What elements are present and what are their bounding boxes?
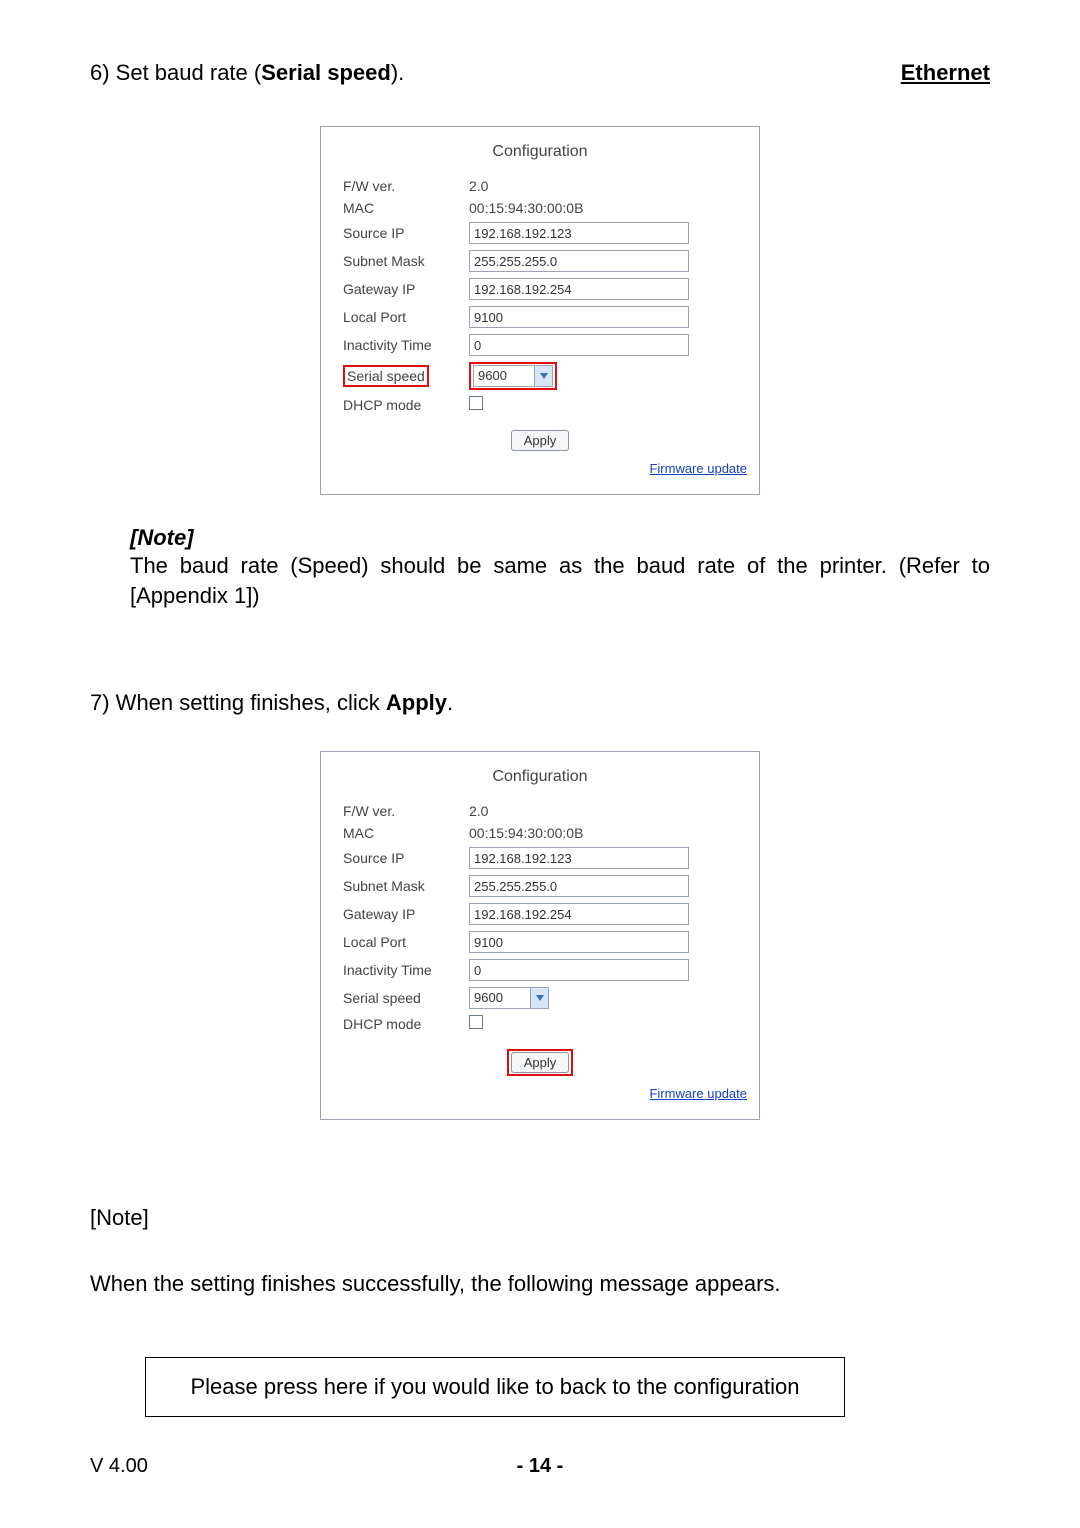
inactivity-label2: Inactivity Time <box>343 962 469 978</box>
dhcp-checkbox[interactable] <box>469 396 483 410</box>
message-box: Please press here if you would like to b… <box>145 1357 845 1417</box>
local-port-label: Local Port <box>343 309 469 325</box>
serial-speed-select[interactable]: 9600 <box>473 365 553 387</box>
mac-label: MAC <box>343 200 469 216</box>
subnet-label2: Subnet Mask <box>343 878 469 894</box>
source-ip-input2[interactable] <box>469 847 689 869</box>
apply-button2[interactable]: Apply <box>511 1052 570 1073</box>
inactivity-input[interactable] <box>469 334 689 356</box>
note2-body: When the setting finishes successfully, … <box>90 1271 990 1297</box>
step6-prefix: 6) Set baud rate ( <box>90 60 261 85</box>
note1-head: [Note] <box>130 525 990 551</box>
step6-line: 6) Set baud rate (Serial speed). <box>90 60 404 86</box>
chevron-down-icon <box>530 988 548 1008</box>
serial-speed-label-highlight: Serial speed <box>343 365 429 387</box>
mac-label2: MAC <box>343 825 469 841</box>
page-title: Ethernet <box>901 60 990 86</box>
version-label: V 4.00 <box>90 1455 148 1478</box>
serial-speed-value2: 9600 <box>470 988 530 1008</box>
firmware-update-link2[interactable]: Firmware update <box>333 1086 747 1101</box>
gateway-label2: Gateway IP <box>343 906 469 922</box>
fw-ver-value2: 2.0 <box>469 803 741 819</box>
firmware-update-link[interactable]: Firmware update <box>333 461 747 476</box>
serial-speed-select2[interactable]: 9600 <box>469 987 549 1009</box>
apply-button[interactable]: Apply <box>511 430 570 451</box>
page-footer: V 4.00 - 14 - <box>90 1455 990 1478</box>
fw-ver-label2: F/W ver. <box>343 803 469 819</box>
inactivity-label: Inactivity Time <box>343 337 469 353</box>
local-port-label2: Local Port <box>343 934 469 950</box>
local-port-input[interactable] <box>469 306 689 328</box>
step7-line: 7) When setting finishes, click Apply. <box>90 690 990 716</box>
config2-title: Configuration <box>333 768 747 786</box>
subnet-input2[interactable] <box>469 875 689 897</box>
config1-title: Configuration <box>333 143 747 161</box>
step6-suffix: ). <box>391 60 404 85</box>
serial-speed-value: 9600 <box>474 366 534 386</box>
gateway-label: Gateway IP <box>343 281 469 297</box>
local-port-input2[interactable] <box>469 931 689 953</box>
note2-head: [Note] <box>90 1205 990 1231</box>
dhcp-checkbox2[interactable] <box>469 1015 483 1029</box>
fw-ver-label: F/W ver. <box>343 178 469 194</box>
source-ip-label2: Source IP <box>343 850 469 866</box>
subnet-input[interactable] <box>469 250 689 272</box>
serial-speed-label: Serial speed <box>347 368 425 384</box>
mac-value2: 00:15:94:30:00:0B <box>469 825 741 841</box>
step7-bold: Apply <box>386 690 447 715</box>
config-panel-2: Configuration F/W ver. 2.0 MAC 00:15:94:… <box>320 751 760 1120</box>
mac-value: 00:15:94:30:00:0B <box>469 200 741 216</box>
gateway-input2[interactable] <box>469 903 689 925</box>
serial-speed-label2: Serial speed <box>343 990 469 1006</box>
step6-bold: Serial speed <box>261 60 391 85</box>
chevron-down-icon <box>534 366 552 386</box>
source-ip-input[interactable] <box>469 222 689 244</box>
subnet-label: Subnet Mask <box>343 253 469 269</box>
source-ip-label: Source IP <box>343 225 469 241</box>
step7-suffix: . <box>447 690 453 715</box>
dhcp-label2: DHCP mode <box>343 1016 469 1032</box>
gateway-input[interactable] <box>469 278 689 300</box>
note1-body: The baud rate (Speed) should be same as … <box>130 551 990 610</box>
step7-prefix: 7) When setting finishes, click <box>90 690 386 715</box>
config-panel-1: Configuration F/W ver. 2.0 MAC 00:15:94:… <box>320 126 760 495</box>
fw-ver-value: 2.0 <box>469 178 741 194</box>
page-number: - 14 - <box>517 1455 564 1478</box>
dhcp-label: DHCP mode <box>343 397 469 413</box>
serial-speed-select-highlight: 9600 <box>469 362 557 390</box>
inactivity-input2[interactable] <box>469 959 689 981</box>
apply-button-highlight: Apply <box>507 1049 574 1076</box>
